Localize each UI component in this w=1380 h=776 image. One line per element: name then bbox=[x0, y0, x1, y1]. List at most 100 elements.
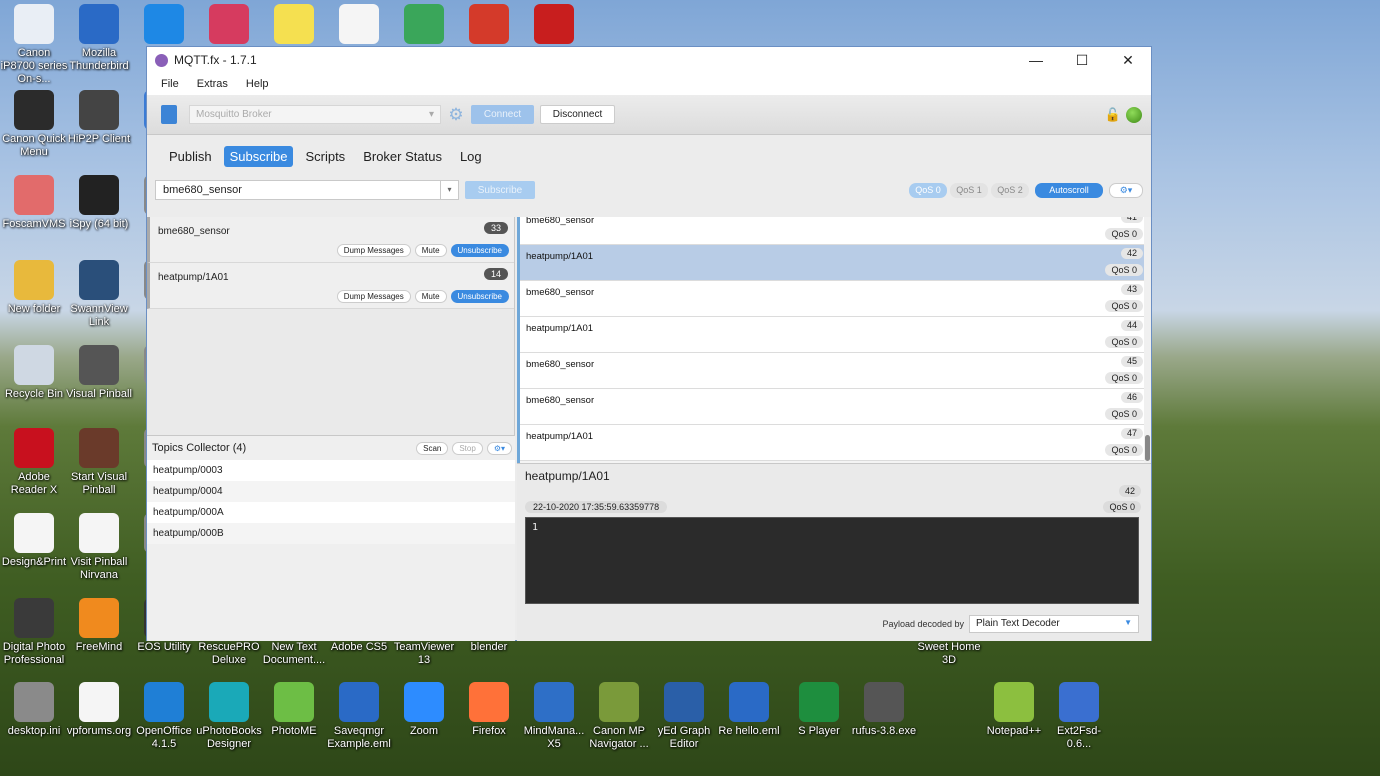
collector-options-button[interactable]: ⚙▾ bbox=[486, 441, 512, 455]
zoom-icon bbox=[404, 682, 444, 722]
desktop-icon-label: Firefox bbox=[472, 725, 506, 737]
qos-0-button[interactable]: QoS 0 bbox=[909, 182, 947, 198]
desktop-icon[interactable]: FoscamVMS bbox=[0, 175, 68, 231]
desktop-icon[interactable]: PhotoME bbox=[260, 682, 328, 738]
collector-topic-row[interactable]: heatpump/000B bbox=[147, 523, 515, 544]
dump-messages-button[interactable]: Dump Messages bbox=[336, 244, 411, 257]
desktop-icon[interactable]: Recycle Bin bbox=[0, 345, 68, 401]
left-pane: bme680_sensor 33 Dump Messages Mute Unsu… bbox=[147, 217, 515, 641]
message-row[interactable]: bme680_sensor 46 QoS 0 bbox=[520, 389, 1151, 425]
maximize-button[interactable]: ☐ bbox=[1059, 47, 1105, 73]
desktop-icon[interactable]: rufus-3.8.exe bbox=[850, 682, 918, 738]
desktop-icon[interactable]: Notepad++ bbox=[980, 682, 1048, 738]
desktop-icon[interactable]: Zoom bbox=[390, 682, 458, 738]
desktop-icon[interactable]: Mozilla Thunderbird bbox=[65, 4, 133, 73]
desktop-icon[interactable]: FreeMind bbox=[65, 598, 133, 654]
desktop-icon-label: desktop.ini bbox=[7, 725, 61, 737]
autoscroll-button[interactable]: Autoscroll bbox=[1035, 182, 1103, 198]
collector-topic-row[interactable]: heatpump/0004 bbox=[147, 481, 515, 502]
desktop-icon[interactable]: SwannView Link bbox=[65, 260, 133, 329]
desktop-icon[interactable]: Adobe Reader X bbox=[0, 428, 68, 497]
message-list-scrollbar[interactable] bbox=[1144, 217, 1151, 463]
desktop-icon[interactable]: MindMana... X5 bbox=[520, 682, 588, 751]
qos-2-button[interactable]: QoS 2 bbox=[991, 182, 1029, 198]
document-icon[interactable] bbox=[161, 105, 177, 124]
desktop-icon[interactable] bbox=[325, 4, 393, 47]
desktop-icon[interactable]: Canon Quick Menu bbox=[0, 90, 68, 159]
desktop-icon[interactable]: HiP2P Client bbox=[65, 90, 133, 146]
close-button[interactable]: ✕ bbox=[1105, 47, 1151, 73]
desktop-icon[interactable]: Visit Pinball Nirvana bbox=[65, 513, 133, 582]
menu-extras[interactable]: Extras bbox=[197, 78, 228, 90]
desktop-icon[interactable]: Canon MP Navigator ... bbox=[585, 682, 653, 751]
desktop-icon[interactable]: New folder bbox=[0, 260, 68, 316]
message-row[interactable]: heatpump/1A01 44 QoS 0 bbox=[520, 317, 1151, 353]
message-row[interactable]: bme680_sensor 45 QoS 0 bbox=[520, 353, 1151, 389]
desktop-icon[interactable]: yEd Graph Editor bbox=[650, 682, 718, 751]
qos-1-button[interactable]: QoS 1 bbox=[950, 182, 988, 198]
desktop-icon[interactable]: Firefox bbox=[455, 682, 523, 738]
collector-topic-row[interactable]: heatpump/0003 bbox=[147, 460, 515, 481]
message-row[interactable]: bme680_sensor 43 QoS 0 bbox=[520, 281, 1151, 317]
desktop-icon[interactable]: Canon iP8700 series On-s... bbox=[0, 4, 68, 86]
desktop-icon[interactable]: Re hello.eml bbox=[715, 682, 783, 738]
desktop-icon[interactable]: Design&Print bbox=[0, 513, 68, 569]
desktop-icon-label: RescuePRO Deluxe bbox=[198, 641, 260, 666]
collector-topic-row[interactable]: heatpump/000A bbox=[147, 502, 515, 523]
message-row[interactable]: bme680_sensor 41 QoS 0 bbox=[520, 217, 1151, 245]
mute-button[interactable]: Mute bbox=[414, 244, 447, 257]
unsubscribe-button[interactable]: Unsubscribe bbox=[450, 290, 509, 303]
decoder-select[interactable]: Plain Text Decoder ▼ bbox=[969, 615, 1139, 633]
dump-messages-button[interactable]: Dump Messages bbox=[336, 290, 411, 303]
desktop-icon-label: Canon iP8700 series On-s... bbox=[0, 47, 68, 85]
minimize-button[interactable]: — bbox=[1013, 47, 1059, 73]
tab-scripts[interactable]: Scripts bbox=[299, 146, 351, 167]
desktop-icon-label: Saveqmgr Example.eml bbox=[327, 725, 391, 750]
stop-button[interactable]: Stop bbox=[452, 441, 483, 455]
disconnect-button[interactable]: Disconnect bbox=[540, 105, 615, 124]
mute-button[interactable]: Mute bbox=[414, 290, 447, 303]
desktop-icon[interactable]: vpforums.org bbox=[65, 682, 133, 738]
payload-viewer[interactable]: 1 bbox=[525, 517, 1139, 604]
decoder-label: Payload decoded by bbox=[882, 619, 964, 629]
options-dropdown-button[interactable]: ⚙▾ bbox=[1109, 182, 1143, 198]
desktop-icon[interactable]: uPhotoBooks Designer bbox=[195, 682, 263, 751]
desktop-icon[interactable]: desktop.ini bbox=[0, 682, 68, 738]
topic-input[interactable] bbox=[155, 180, 441, 200]
topic-dropdown-icon[interactable]: ▾ bbox=[441, 180, 459, 200]
desktop-icon[interactable]: Start Visual Pinball bbox=[65, 428, 133, 497]
menu-file[interactable]: File bbox=[161, 78, 179, 90]
connect-button[interactable]: Connect bbox=[471, 105, 534, 124]
tab-log[interactable]: Log bbox=[454, 146, 488, 167]
desktop-icon[interactable]: Digital Photo Professional bbox=[0, 598, 68, 667]
subscription-item[interactable]: heatpump/1A01 14 Dump Messages Mute Unsu… bbox=[147, 263, 514, 309]
tab-broker-status[interactable]: Broker Status bbox=[357, 146, 448, 167]
desktop-icon[interactable] bbox=[455, 4, 523, 47]
desktop-icon[interactable]: Ext2Fsd-0.6... bbox=[1045, 682, 1113, 751]
message-row[interactable]: heatpump/1A01 47 QoS 0 bbox=[520, 425, 1151, 461]
scrollbar-thumb[interactable] bbox=[1145, 435, 1150, 461]
subscribe-button[interactable]: Subscribe bbox=[465, 181, 535, 199]
desktop-icon[interactable]: Visual Pinball bbox=[65, 345, 133, 401]
broker-profile-select[interactable]: Mosquitto Broker ▾ bbox=[189, 105, 441, 124]
gear-icon[interactable]: ⚙ bbox=[447, 105, 465, 124]
message-topic: heatpump/1A01 bbox=[526, 431, 594, 442]
desktop-icon[interactable] bbox=[260, 4, 328, 47]
desktop-icon[interactable] bbox=[195, 4, 263, 47]
desktop-icon-label: Canon MP Navigator ... bbox=[589, 725, 649, 750]
tab-subscribe[interactable]: Subscribe bbox=[223, 145, 294, 167]
subscription-item[interactable]: bme680_sensor 33 Dump Messages Mute Unsu… bbox=[147, 217, 514, 263]
scan-button[interactable]: Scan bbox=[416, 441, 449, 455]
desktop-icon[interactable]: S Player bbox=[785, 682, 853, 738]
desktop-icon-label: yEd Graph Editor bbox=[657, 725, 711, 750]
desktop-icon[interactable]: Saveqmgr Example.eml bbox=[325, 682, 393, 751]
unsubscribe-button[interactable]: Unsubscribe bbox=[450, 244, 509, 257]
menu-help[interactable]: Help bbox=[246, 78, 269, 90]
desktop-icon[interactable]: OpenOffice 4.1.5 bbox=[130, 682, 198, 751]
desktop-icon[interactable]: iSpy (64 bit) bbox=[65, 175, 133, 231]
title-bar[interactable]: MQTT.fx - 1.7.1 — ☐ ✕ bbox=[147, 47, 1151, 73]
tab-publish[interactable]: Publish bbox=[163, 146, 218, 167]
installer-icon bbox=[469, 4, 509, 44]
message-row-selected[interactable]: heatpump/1A01 42 QoS 0 bbox=[520, 245, 1151, 281]
desktop-icon[interactable] bbox=[390, 4, 458, 47]
